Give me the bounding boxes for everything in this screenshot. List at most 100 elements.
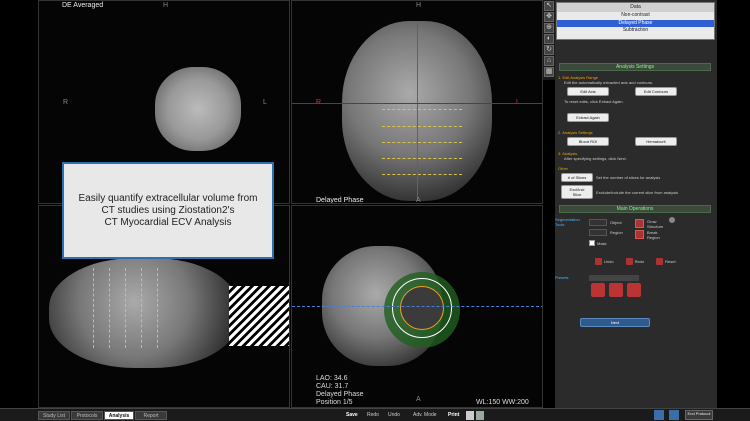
slice-line — [382, 174, 462, 175]
mask-checkbox[interactable] — [589, 240, 595, 246]
orientation-label: A — [416, 197, 421, 204]
position-readout: Position 1/5 — [316, 399, 353, 406]
export-icon[interactable] — [476, 411, 484, 420]
preset-thumbnail[interactable] — [609, 283, 623, 297]
end-protocol-button[interactable]: End Protocol — [685, 410, 713, 420]
grow-structure-label: Grow Structure — [647, 219, 664, 229]
excl-slice-description: Exclude/include the current slice from a… — [596, 189, 679, 195]
promo-caption: Easily quantify extracellular volume fro… — [62, 162, 274, 259]
trash-icon[interactable] — [466, 411, 474, 420]
redo-button[interactable]: Redo — [367, 412, 379, 418]
viewport-long-axis[interactable]: H R L Delayed Phase A — [291, 0, 543, 204]
grow-structure-icon[interactable] — [635, 219, 644, 228]
blood-roi-button[interactable]: Blood ROI — [567, 137, 609, 146]
data-row-non-contrast[interactable]: Non-contrast — [557, 12, 714, 20]
reset-icon[interactable] — [656, 258, 664, 265]
slice-line — [141, 268, 142, 348]
caption-line: Easily quantify extracellular volume fro… — [78, 192, 258, 204]
slice-line — [125, 268, 126, 348]
redo-label: Redo — [634, 259, 645, 264]
preset-toolbar[interactable] — [589, 275, 639, 281]
viewport-short-axis[interactable]: LAO: 34.6 CAU: 31.7 Delayed Phase Positi… — [291, 205, 543, 408]
zoom-icon[interactable]: ⊕ — [544, 23, 554, 33]
hematocrit-button[interactable]: Hematocrit — [635, 137, 677, 146]
settings-gear-icon[interactable] — [669, 217, 675, 223]
lao-readout: LAO: 34.6 — [316, 375, 348, 382]
tab-analysis[interactable]: Analysis — [104, 411, 134, 420]
heart-ct-slice — [49, 258, 239, 368]
window-level-readout: WL:150 WW:200 — [476, 399, 529, 406]
home-icon[interactable]: ⌂ — [544, 56, 554, 66]
analysis-settings-header: Analysis Settings — [559, 63, 711, 71]
redo-icon[interactable] — [625, 258, 633, 265]
num-slices-button[interactable]: # of Slices — [561, 173, 593, 182]
object-label: Object — [610, 220, 622, 225]
window-level-icon[interactable]: ◐ — [544, 34, 554, 44]
region-tool-button[interactable] — [589, 229, 607, 236]
object-tool-button[interactable] — [589, 219, 607, 226]
next-button[interactable]: Next — [580, 318, 650, 327]
phase-label: Delayed Phase — [316, 391, 364, 398]
data-row-delayed-phase[interactable]: Delayed Phase — [557, 19, 714, 27]
orientation-label: H — [163, 2, 169, 9]
pan-icon[interactable]: ✥ — [544, 12, 554, 22]
other-heading: Other — [558, 166, 569, 171]
excl-incl-slice-button[interactable]: Excl/Incl Slice — [561, 185, 593, 199]
grid-icon[interactable] — [669, 410, 679, 420]
orientation-label: H — [416, 2, 422, 9]
undo-label: Undo — [604, 259, 614, 264]
break-region-label: Break Region — [647, 230, 660, 240]
endocardial-contour[interactable] — [400, 286, 444, 330]
presets-label: Presets — [555, 275, 569, 280]
axis-line[interactable] — [417, 21, 418, 201]
rotate-icon[interactable]: ↻ — [544, 45, 554, 55]
right-strip — [717, 0, 750, 408]
layout-icon[interactable] — [654, 410, 664, 420]
tab-study-list[interactable]: Study List — [38, 411, 70, 420]
layout-icon[interactable]: ▦ — [544, 67, 554, 77]
preset-thumbnail[interactable] — [591, 283, 605, 297]
save-button[interactable]: Save — [346, 412, 358, 418]
tab-protocols[interactable]: Protocols — [71, 411, 103, 420]
mask-label: Mask — [597, 241, 607, 246]
data-series-list: Data Non-contrast Delayed Phase Subtract… — [556, 2, 715, 40]
adv-mode-button[interactable]: Adv. Mode — [413, 412, 437, 418]
undo-button[interactable]: Undo — [388, 412, 400, 418]
caption-line: CT studies using Ziostation2's — [101, 204, 235, 216]
undo-icon[interactable] — [595, 258, 602, 265]
break-region-icon[interactable] — [635, 230, 644, 239]
history-controls: Undo Redo Reset — [595, 258, 715, 265]
left-strip — [0, 0, 38, 408]
print-button[interactable]: Print — [448, 412, 459, 418]
segmentation-tools-label: Segmentation Tools — [555, 217, 580, 227]
orientation-label: A — [416, 396, 421, 403]
extract-again-button[interactable]: Extract Again — [567, 113, 609, 122]
data-row-subtraction[interactable]: Subtraction — [557, 27, 714, 35]
undo-control[interactable]: Undo — [595, 258, 614, 265]
viewer-tool-strip: ↖ ✥ ⊕ ◐ ↻ ⌂ ▦ — [543, 0, 555, 80]
tab-report[interactable]: Report — [135, 411, 167, 420]
heart-volume-render — [155, 67, 241, 151]
crosshair-line — [292, 103, 542, 104]
redo-control[interactable]: Redo — [625, 258, 645, 265]
viewport-title: DE Averaged — [62, 2, 104, 9]
angle-readout: LAO: 34.6 CAU: 31.7 Delayed Phase Positi… — [316, 375, 363, 407]
preset-thumbnail[interactable] — [627, 283, 641, 297]
crosshair-line — [292, 306, 542, 307]
orientation-label: R — [63, 99, 69, 106]
caption-line: CT Myocardial ECV Analysis — [104, 216, 232, 228]
slice-line — [382, 142, 462, 143]
phase-label: Delayed Phase — [316, 197, 364, 204]
step-2-heading: 2. Analysis Settings — [558, 130, 593, 135]
reset-description: To reset edits, click Extract Again. — [564, 99, 624, 104]
segmentation-tools: Segmentation Tools Object Region Grow St… — [555, 217, 715, 255]
presets-section: Presets — [555, 275, 715, 309]
slice-line — [382, 126, 462, 127]
edit-axis-button[interactable]: Edit Axis — [567, 87, 609, 96]
reset-control[interactable]: Reset — [656, 258, 676, 265]
step-1-description: Edit the automatically extracted axis an… — [564, 80, 654, 85]
pointer-icon[interactable]: ↖ — [544, 1, 554, 11]
analysis-settings: Analysis Settings 1. Edit Analysis Range… — [555, 62, 715, 408]
region-label: Region — [610, 230, 623, 235]
edit-contours-button[interactable]: Edit Contours — [635, 87, 677, 96]
